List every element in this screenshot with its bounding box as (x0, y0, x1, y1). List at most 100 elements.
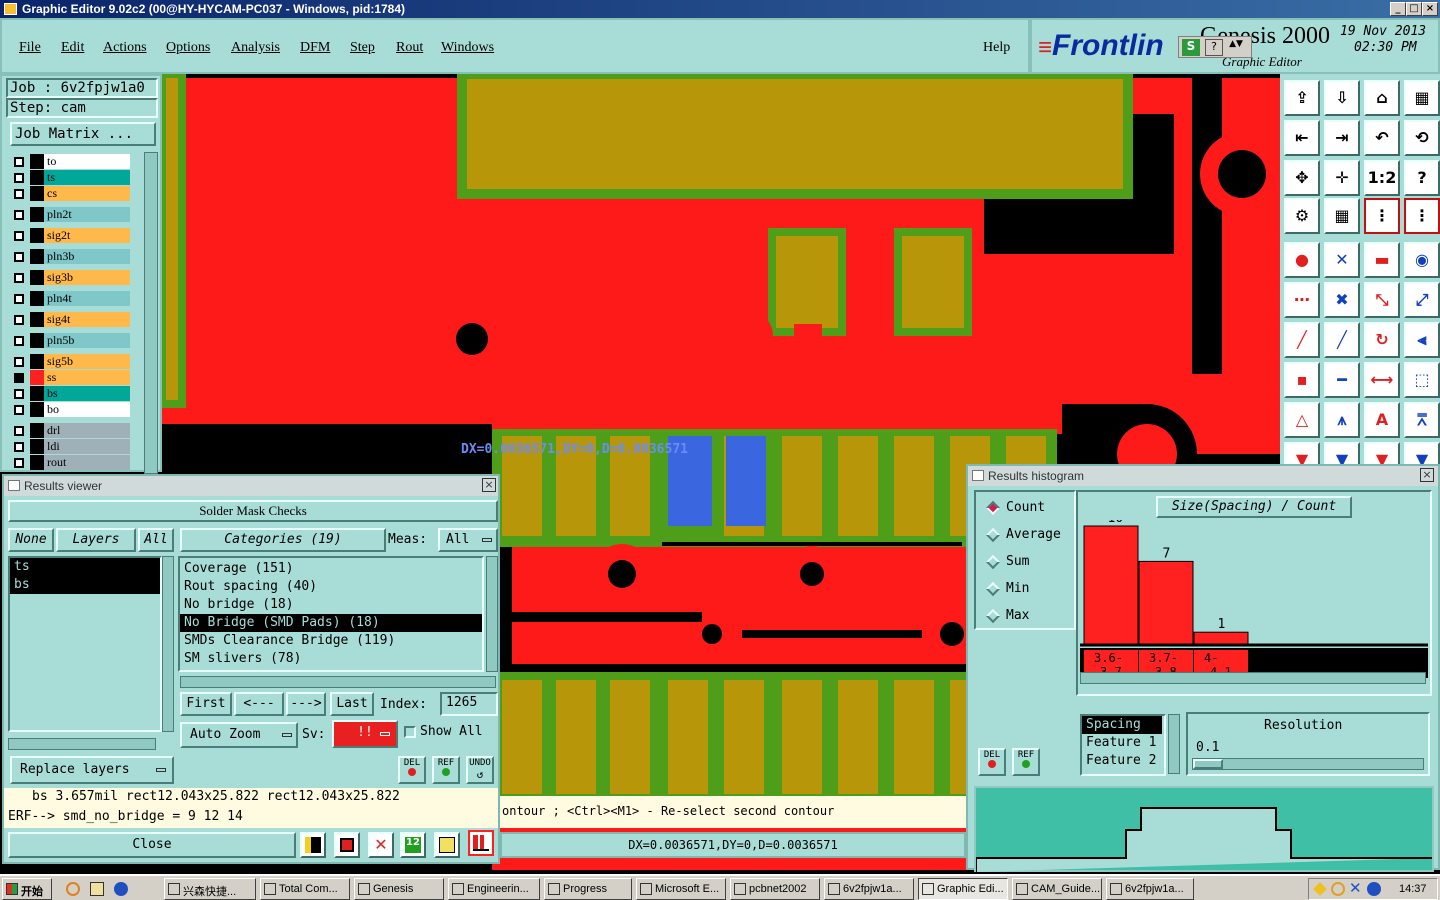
layer-checkbox[interactable] (14, 458, 24, 468)
layer-name[interactable]: cs (44, 186, 130, 201)
last-button[interactable]: Last (330, 692, 374, 716)
zoom-window-icon[interactable]: ▦ (1404, 80, 1440, 116)
show-all-checkbox[interactable] (404, 726, 416, 738)
layer-list-vscroll[interactable] (162, 556, 174, 732)
redraw-icon[interactable]: ⟲ (1404, 120, 1440, 156)
layer-color-swatch[interactable] (30, 270, 44, 285)
layer-name[interactable]: ts (44, 170, 130, 185)
home-icon[interactable]: ⌂ (1364, 80, 1400, 116)
export-icon[interactable] (300, 832, 326, 858)
del-icon[interactable]: DEL (398, 756, 426, 784)
category-item[interactable]: No Bridge (SMD Pads) (18) (180, 614, 482, 632)
layer-checkbox[interactable] (14, 315, 24, 325)
layer-checkbox[interactable] (14, 405, 24, 415)
histogram-bar[interactable] (1083, 525, 1139, 645)
tray-icon[interactable] (1331, 882, 1345, 896)
layer-checkbox[interactable] (14, 442, 24, 452)
category-item[interactable]: No bridge (18) (180, 596, 482, 614)
tray-icon[interactable] (1367, 882, 1381, 896)
layer-checkbox[interactable] (14, 210, 24, 220)
layer-row-ldi[interactable]: ldi (10, 439, 130, 455)
zoom-range-icon[interactable]: ⟷ (1364, 362, 1400, 398)
layer-name[interactable]: bo (44, 402, 130, 417)
layer-row-pln4t[interactable]: pln4t (10, 291, 130, 307)
histogram-bar[interactable] (1193, 631, 1249, 645)
layer-checkbox[interactable] (14, 173, 24, 183)
layer-checkbox[interactable] (14, 294, 24, 304)
next-button[interactable]: ---> (286, 692, 326, 716)
prev-button[interactable]: <--- (234, 692, 284, 716)
copy-icon[interactable]: ⬚ (1404, 362, 1440, 398)
add-pad-icon[interactable]: ● (1284, 242, 1320, 278)
layer-color-swatch[interactable] (30, 402, 44, 417)
notes-icon[interactable] (434, 832, 460, 858)
layer-result-item[interactable]: bs (10, 576, 160, 594)
layer-name[interactable]: sig3b (44, 270, 130, 285)
pan-left-icon[interactable]: ⇤ (1284, 120, 1320, 156)
taskbar-task[interactable]: CAM_Guide... (1012, 878, 1102, 900)
open-icon[interactable]: ⇪ (1284, 80, 1320, 116)
category-list-vscroll[interactable] (486, 556, 498, 672)
minimize-button[interactable]: _ (1390, 2, 1406, 16)
layer-name[interactable]: bs (44, 386, 130, 401)
close-window-button[interactable]: × (1422, 2, 1438, 16)
desktop-icon[interactable] (90, 882, 104, 896)
taskbar-task[interactable]: Microsoft E... (636, 878, 726, 900)
grid-icon[interactable]: ▦ (1324, 198, 1360, 234)
taskbar-task[interactable]: Progress (544, 878, 632, 900)
histogram-del-icon[interactable]: DEL (978, 748, 1006, 776)
category-list-hscroll[interactable] (180, 676, 496, 688)
menu-actions[interactable]: Actions (103, 40, 147, 56)
start-button[interactable]: 开始 (2, 878, 52, 900)
histogram-hscroll[interactable] (1080, 672, 1426, 684)
layer-select-icon[interactable]: ⋮ (1364, 198, 1400, 234)
histogram-icon[interactable] (468, 830, 494, 856)
categories-button[interactable]: Categories (19) (180, 528, 386, 552)
layer-result-list[interactable]: ts bs (8, 556, 162, 732)
ruler-icon[interactable]: ▬ (1364, 242, 1400, 278)
layer-row-pln5b[interactable]: pln5b (10, 333, 130, 349)
layer-checkbox[interactable] (14, 273, 24, 283)
taskbar-task[interactable]: Engineerin... (448, 878, 540, 900)
layer-color-swatch[interactable] (30, 249, 44, 264)
layer-color-swatch[interactable] (30, 228, 44, 243)
taskbar-task[interactable]: Total Com... (260, 878, 350, 900)
layer-list-scrollbar[interactable] (144, 152, 158, 474)
layer-row-bs[interactable]: bs (10, 386, 130, 402)
category-item[interactable]: Coverage (151) (180, 560, 482, 578)
taskbar-task[interactable]: 兴森快捷... (164, 878, 256, 900)
layer-name[interactable]: to (44, 154, 130, 169)
browser-icon[interactable] (66, 882, 80, 896)
clear-results-icon[interactable]: ✕ (368, 832, 394, 858)
layer-checkbox[interactable] (14, 373, 24, 383)
mode-sum[interactable]: Sum (984, 552, 1068, 572)
layer-checkbox[interactable] (14, 252, 24, 262)
layer-color-swatch[interactable] (30, 370, 44, 385)
layer-row-cs[interactable]: cs (10, 186, 130, 202)
layer-checkbox[interactable] (14, 157, 24, 167)
layer-color-swatch[interactable] (30, 354, 44, 369)
undo-view-icon[interactable]: ↶ (1364, 120, 1400, 156)
taskbar-task[interactable]: 6v2fpjw1a... (824, 878, 914, 900)
layer-highlight-icon[interactable]: ⋮ (1404, 198, 1440, 234)
mode-count[interactable]: Count (984, 498, 1068, 518)
category-list[interactable]: Coverage (151) Rout spacing (40) No bridge… (178, 556, 484, 672)
auto-zoom-dropdown[interactable]: Auto Zoom (180, 722, 298, 748)
layer-name[interactable]: pln5b (44, 333, 130, 348)
help-icon[interactable]: ? (1205, 39, 1223, 56)
tray-icon[interactable] (1313, 882, 1327, 896)
layer-name[interactable]: pln3b (44, 249, 130, 264)
cross-icon[interactable]: ✖ (1324, 282, 1360, 318)
index-input[interactable]: 1265 (440, 692, 498, 716)
close-button[interactable]: Close (8, 832, 296, 858)
close-results-viewer-icon[interactable]: × (482, 478, 496, 492)
line-red-icon[interactable]: ╱ (1284, 322, 1320, 358)
layer-row-sig3b[interactable]: sig3b (10, 270, 130, 286)
histogram-bar[interactable] (1138, 560, 1194, 645)
layer-row-sig2t[interactable]: sig2t (10, 228, 130, 244)
tray-close-icon[interactable]: ✕ (1349, 879, 1362, 897)
layer-color-swatch[interactable] (30, 312, 44, 327)
layer-checkbox[interactable] (14, 426, 24, 436)
step-icon[interactable]: 12 (400, 832, 426, 858)
layer-name[interactable]: sig5b (44, 354, 130, 369)
